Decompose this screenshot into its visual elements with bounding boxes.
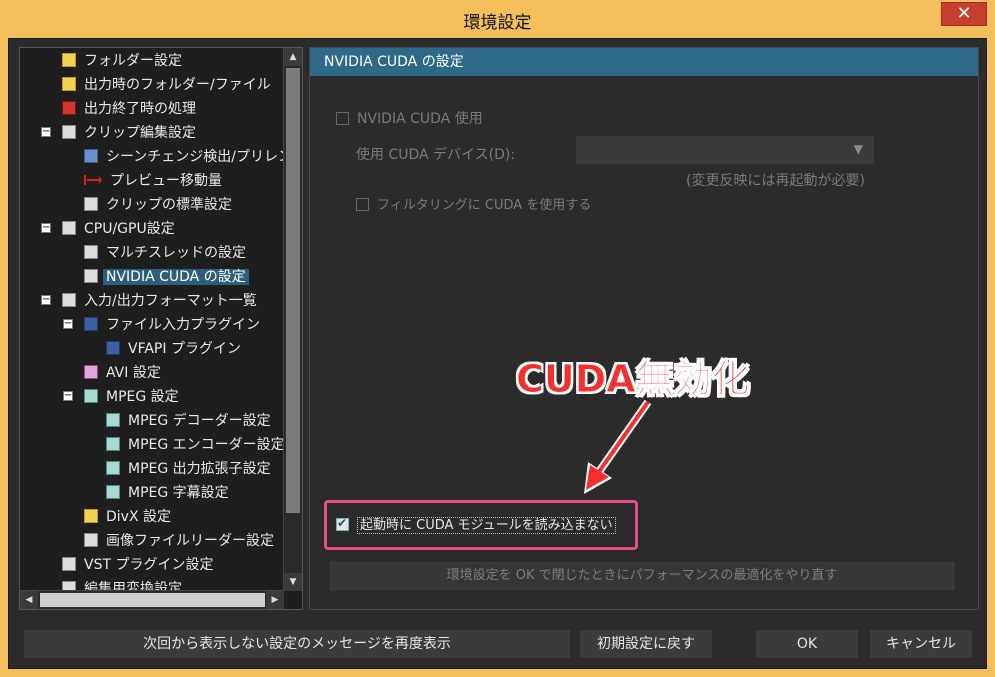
- reset-defaults-button[interactable]: 初期設定に戻す: [579, 629, 713, 659]
- monitor-icon: [106, 341, 120, 355]
- tree-item-mpeg-decoder[interactable]: MPEG デコーダー設定: [106, 410, 274, 432]
- power-icon: [62, 101, 76, 115]
- panel-title: NVIDIA CUDA の設定: [310, 48, 978, 76]
- restart-note: (変更反映には再起動が必要): [686, 173, 865, 189]
- mpeg-file-icon: [106, 413, 120, 427]
- tree-item-clip-default[interactable]: クリップの標準設定: [84, 194, 235, 216]
- scroll-down-button[interactable]: ▼: [284, 573, 302, 591]
- close-button[interactable]: ✕: [941, 2, 987, 26]
- redisplay-messages-button[interactable]: 次回から表示しない設定のメッセージを再度表示: [23, 629, 571, 659]
- tree-item-preview-move[interactable]: プレビュー移動量: [84, 170, 225, 192]
- cuda-device-select[interactable]: ▼: [576, 136, 874, 164]
- tree-vertical-scrollbar[interactable]: ▲ ▼: [283, 48, 302, 591]
- document-icon: [62, 221, 76, 235]
- mpeg-file-icon: [106, 437, 120, 451]
- tree-horizontal-scrollbar[interactable]: ◀ ▶: [20, 590, 284, 609]
- checkbox-box: [356, 198, 369, 211]
- list-icon: [62, 293, 76, 307]
- annotation-arrow-icon: [584, 399, 652, 494]
- tree-item-scene-change[interactable]: シーンチェンジ検出/プリレンダリン: [84, 146, 284, 168]
- cuda-settings-panel: NVIDIA CUDA の設定 NVIDIA CUDA 使用 使用 CUDA デ…: [309, 47, 979, 610]
- tree-items: フォルダー設定 出力時のフォルダー/ファイル 出力終了時の処理 − クリップ編集…: [20, 48, 284, 591]
- scroll-right-button[interactable]: ▶: [266, 591, 284, 609]
- tree-item-mpeg-subtitle[interactable]: MPEG 字幕設定: [106, 482, 232, 504]
- divx-file-icon: [84, 509, 98, 523]
- chevron-down-icon: ▼: [853, 142, 863, 156]
- use-cuda-checkbox[interactable]: NVIDIA CUDA 使用: [336, 108, 483, 128]
- tree-item-io-format[interactable]: 入力/出力フォーマット一覧: [62, 290, 260, 312]
- tree-item-vst-plugin[interactable]: VST プラグイン設定: [62, 554, 216, 576]
- checkbox-box: [336, 112, 349, 125]
- tree-item-output-folder[interactable]: 出力時のフォルダー/ファイル: [62, 74, 274, 96]
- expander-clip-edit[interactable]: −: [41, 127, 51, 137]
- tree-item-file-input-plugin[interactable]: ファイル入力プラグイン: [84, 314, 263, 336]
- annotation-text: CUDA無効化: [516, 357, 751, 402]
- settings-tree: フォルダー設定 出力時のフォルダー/ファイル 出力終了時の処理 − クリップ編集…: [19, 47, 303, 610]
- folder-file-icon: [62, 77, 76, 91]
- settings-window: 環境設定 ✕ フォルダー設定 出力時のフォルダー/ファイル 出力終了時の処理 −…: [0, 0, 995, 677]
- folder-icon: [62, 53, 76, 67]
- mpeg-file-icon: [106, 461, 120, 475]
- tree-item-folder[interactable]: フォルダー設定: [62, 50, 185, 72]
- tree-item-clip-edit[interactable]: クリップ編集設定: [62, 122, 199, 144]
- document-icon: [84, 245, 98, 259]
- window-title: 環境設定: [463, 13, 532, 33]
- horizontal-scroll-thumb[interactable]: [40, 593, 265, 607]
- tree-item-cpu-gpu[interactable]: CPU/GPU設定: [62, 218, 178, 240]
- expander-io-format[interactable]: −: [41, 295, 51, 305]
- tree-item-mpeg-extension[interactable]: MPEG 出力拡張子設定: [106, 458, 274, 480]
- tree-item-output-finish[interactable]: 出力終了時の処理: [62, 98, 199, 120]
- mpeg-file-icon: [106, 485, 120, 499]
- expander-file-input[interactable]: −: [63, 319, 73, 329]
- image-file-icon: [84, 533, 98, 547]
- tree-item-nvidia-cuda[interactable]: NVIDIA CUDA の設定: [84, 266, 249, 288]
- no-load-cuda-checkbox[interactable]: 起動時に CUDA モジュールを読み込まない: [336, 514, 616, 534]
- mpeg-file-icon: [84, 389, 98, 403]
- tree-item-avi[interactable]: AVI 設定: [84, 362, 164, 384]
- tree-item-image-reader[interactable]: 画像ファイルリーダー設定: [84, 530, 277, 552]
- expander-cpu-gpu[interactable]: −: [41, 223, 51, 233]
- optimize-performance-button[interactable]: 環境設定を OK で閉じたときにパフォーマンスの最適化をやり直す: [330, 562, 954, 590]
- tree-item-multithread[interactable]: マルチスレッドの設定: [84, 242, 249, 264]
- cancel-button[interactable]: キャンセル: [869, 629, 973, 659]
- dialog-client: フォルダー設定 出力時のフォルダー/ファイル 出力終了時の処理 − クリップ編集…: [8, 38, 987, 669]
- document-icon: [84, 269, 98, 283]
- document-icon: [62, 125, 76, 139]
- monitor-icon: [84, 317, 98, 331]
- expander-mpeg[interactable]: −: [63, 391, 73, 401]
- device-label: 使用 CUDA デバイス(D):: [356, 147, 516, 163]
- scroll-left-button[interactable]: ◀: [20, 591, 38, 609]
- checkbox-checked: [336, 516, 349, 531]
- avi-file-icon: [84, 365, 98, 379]
- title-bar: 環境設定 ✕: [0, 0, 995, 38]
- document-icon: [84, 197, 98, 211]
- scroll-up-button[interactable]: ▲: [284, 48, 302, 66]
- plugin-icon: [62, 557, 76, 571]
- filmstrip-icon: [84, 149, 98, 163]
- vertical-scroll-thumb[interactable]: [286, 68, 300, 513]
- move-arrow-icon: [84, 175, 102, 185]
- tree-item-divx[interactable]: DivX 設定: [84, 506, 174, 528]
- tree-item-vfapi[interactable]: VFAPI プラグイン: [106, 338, 244, 360]
- tree-item-mpeg[interactable]: MPEG 設定: [84, 386, 182, 408]
- tree-item-mpeg-encoder[interactable]: MPEG エンコーダー設定: [106, 434, 284, 456]
- filtering-cuda-checkbox[interactable]: フィルタリングに CUDA を使用する: [356, 194, 591, 213]
- ok-button[interactable]: OK: [755, 629, 859, 659]
